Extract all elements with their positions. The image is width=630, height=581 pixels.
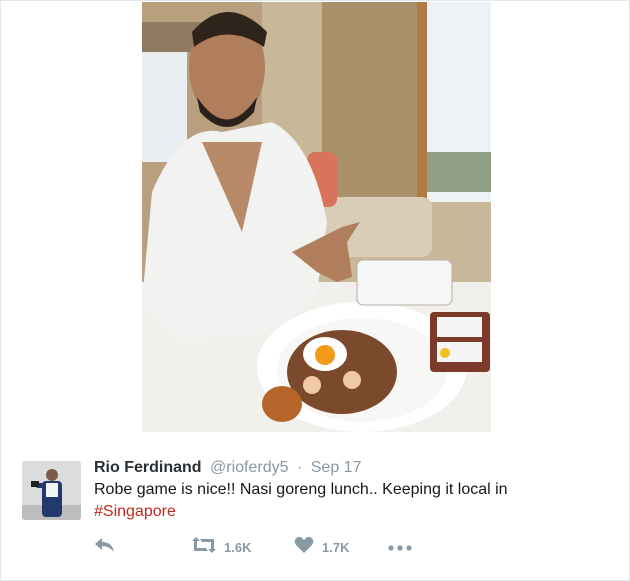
retweet-button[interactable]: 1.6K bbox=[192, 535, 251, 559]
avatar[interactable] bbox=[22, 461, 81, 520]
heart-icon bbox=[294, 536, 314, 559]
tweet-date[interactable]: Sep 17 bbox=[311, 459, 362, 476]
author-name[interactable]: Rio Ferdinand bbox=[94, 459, 202, 476]
hashtag-link[interactable]: #Singapore bbox=[94, 503, 176, 520]
reply-icon bbox=[94, 536, 116, 559]
retweet-icon bbox=[192, 536, 216, 558]
like-count: 1.7K bbox=[322, 539, 350, 555]
like-button[interactable]: 1.7K bbox=[294, 535, 349, 559]
tweet-text: Robe game is nice!! Nasi goreng lunch.. … bbox=[94, 479, 564, 523]
more-icon bbox=[388, 538, 412, 556]
author-handle[interactable]: @rioferdy5 bbox=[210, 459, 289, 476]
tweet-body: Robe game is nice!! Nasi goreng lunch.. … bbox=[94, 481, 508, 498]
tweet-header: Rio Ferdinand @rioferdy5 · Sep 17 bbox=[94, 457, 361, 479]
tweet-photo[interactable] bbox=[142, 2, 491, 432]
tweet-card: Rio Ferdinand @rioferdy5 · Sep 17 Robe g… bbox=[0, 0, 630, 581]
separator-dot: · bbox=[296, 459, 303, 476]
tweet-actions: 1.6K 1.7K bbox=[94, 535, 454, 559]
retweet-count: 1.6K bbox=[224, 539, 252, 555]
more-button[interactable] bbox=[388, 535, 412, 559]
reply-button[interactable] bbox=[94, 535, 116, 559]
